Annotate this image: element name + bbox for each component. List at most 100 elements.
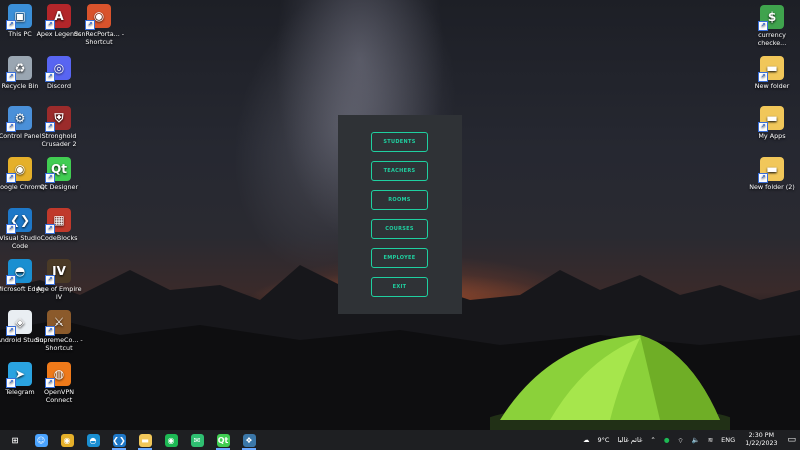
desktop-icon-label: New folder xyxy=(754,82,790,90)
rooms-button[interactable]: ROOMS xyxy=(371,190,428,210)
students-button[interactable]: STUDENTS xyxy=(371,132,428,152)
desktop-icon[interactable]: ▬ ↗ My Apps xyxy=(746,106,798,140)
aoe-icon: IV ↗ xyxy=(45,259,71,285)
shortcut-arrow-icon: ↗ xyxy=(758,173,768,183)
desktop-icon[interactable]: ▬ ↗ New folder xyxy=(746,56,798,90)
recycle-bin-icon: ♻ ↗ xyxy=(6,56,32,82)
shortcut-arrow-icon: ↗ xyxy=(45,275,55,285)
shortcut-arrow-icon: ↗ xyxy=(6,224,16,234)
desktop-icon-label: OpenVPN Connect xyxy=(43,388,75,404)
apex-icon: A ↗ xyxy=(45,4,71,30)
telegram-icon: ➤ ↗ xyxy=(6,362,32,388)
folder-icon: ▬ ↗ xyxy=(758,157,784,183)
desktop-icon[interactable]: ▬ ↗ New folder (2) xyxy=(746,157,798,191)
android-studio-icon: ◈ ↗ xyxy=(6,310,32,336)
desktop-icon-label: Age of Empire IV xyxy=(36,285,82,301)
teachers-button[interactable]: TEACHERS xyxy=(371,161,428,181)
shortcut-arrow-icon: ↗ xyxy=(758,21,768,31)
chrome-icon: ◉ xyxy=(60,433,74,447)
exit-button[interactable]: EXIT xyxy=(371,277,428,297)
qt-icon: Qt xyxy=(216,433,230,447)
spotify-icon: ◉ xyxy=(164,433,178,447)
file-explorer-icon: ▬ xyxy=(138,433,152,447)
taskbar-vscode-button[interactable]: ❮❯ xyxy=(106,430,132,450)
menu-window: STUDENTS TEACHERS ROOMS COURSES EMPLOYEE… xyxy=(338,115,462,314)
shortcut-arrow-icon: ↗ xyxy=(85,20,95,30)
shortcut-arrow-icon: ↗ xyxy=(758,122,768,132)
chrome-icon: ◉ ↗ xyxy=(6,157,32,183)
taskbar-edge-button[interactable]: ◓ xyxy=(80,430,106,450)
notification-icon[interactable]: ▭ xyxy=(787,435,796,445)
chat-icon: ✉ xyxy=(190,433,204,447)
openvpn-icon: ◍ ↗ xyxy=(45,362,71,388)
edge-icon: ◓ xyxy=(86,433,100,447)
shortcut-arrow-icon: ↗ xyxy=(758,72,768,82)
desktop-icon[interactable]: IV ↗ Age of Empire IV xyxy=(33,259,85,301)
taskbar: ⊞ ☺ ◉ ◓ ❮❯ ▬ ◉ ✉ Qt ❖ ☁ 9°C غائم غالبا ⌃ ● ⌔ 🔈 ≋ … xyxy=(0,430,800,450)
tent xyxy=(490,335,730,430)
supreme-icon: ⚔ ↗ xyxy=(45,310,71,336)
vscode-icon: ❮❯ ↗ xyxy=(6,208,32,234)
shortcut-arrow-icon: ↗ xyxy=(45,173,55,183)
desktop-icon-label: ScnRecPorta... - Shortcut xyxy=(73,30,125,46)
shortcut-arrow-icon: ↗ xyxy=(6,326,16,336)
shortcut-arrow-icon: ↗ xyxy=(45,20,55,30)
codeblocks-icon: ▦ ↗ xyxy=(45,208,71,234)
desktop-icon[interactable]: ⛨ ↗ Stronghold Crusader 2 xyxy=(33,106,85,148)
desktop-icon[interactable]: ◍ ↗ OpenVPN Connect xyxy=(33,362,85,404)
employee-button[interactable]: EMPLOYEE xyxy=(371,248,428,268)
folder-icon: ▬ ↗ xyxy=(758,56,784,82)
taskbar-spotify-button[interactable]: ◉ xyxy=(158,430,184,450)
taskbar-python-button[interactable]: ❖ xyxy=(236,430,262,450)
weather-temp[interactable]: 9°C xyxy=(598,436,610,444)
language-indicator[interactable]: ENG xyxy=(721,436,735,444)
desktop-icon-label: Stronghold Crusader 2 xyxy=(41,132,77,148)
screenrec-icon: ◉ ↗ xyxy=(85,4,111,30)
shortcut-arrow-icon: ↗ xyxy=(6,72,16,82)
folder-icon: ▬ ↗ xyxy=(758,106,784,132)
desktop-icon-label: SupremeCo... - Shortcut xyxy=(35,336,83,352)
speaker-icon[interactable]: 🔈 xyxy=(692,436,700,444)
python-icon: ❖ xyxy=(242,433,256,447)
discord-icon: ◎ ↗ xyxy=(45,56,71,82)
shortcut-arrow-icon: ↗ xyxy=(6,378,16,388)
shortcut-arrow-icon: ↗ xyxy=(6,173,16,183)
shortcut-arrow-icon: ↗ xyxy=(6,20,16,30)
courses-button[interactable]: COURSES xyxy=(371,219,428,239)
taskbar-person-button[interactable]: ☺ xyxy=(28,430,54,450)
chevron-up-icon[interactable]: ⌃ xyxy=(650,436,655,444)
pc-icon: ▣ ↗ xyxy=(6,4,32,30)
desktop-icon[interactable]: ◎ ↗ Discord xyxy=(33,56,85,90)
system-tray: ☁ 9°C غائم غالبا ⌃ ● ⌔ 🔈 ≋ ENG 2:30 PM 1… xyxy=(579,430,800,450)
desktop-icon-label: Qt Designer xyxy=(39,183,79,191)
desktop-icon[interactable]: ◉ ↗ ScnRecPorta... - Shortcut xyxy=(73,4,125,46)
person-icon: ☺ xyxy=(34,433,48,447)
taskbar-qt-button[interactable]: Qt xyxy=(210,430,236,450)
desktop-icon[interactable]: $ ↗ currency checke... xyxy=(746,5,798,47)
control-panel-icon: ⚙ ↗ xyxy=(6,106,32,132)
shortcut-arrow-icon: ↗ xyxy=(6,122,16,132)
wifi-icon[interactable]: ≋ xyxy=(708,436,713,444)
desktop-icon[interactable]: ▦ ↗ CodeBlocks xyxy=(33,208,85,242)
desktop-icon[interactable]: Qt ↗ Qt Designer xyxy=(33,157,85,191)
taskbar-windows-start-button[interactable]: ⊞ xyxy=(2,430,28,450)
shortcut-arrow-icon: ↗ xyxy=(45,72,55,82)
weather-text[interactable]: غائم غالبا xyxy=(617,436,642,444)
desktop-icon-label: Discord xyxy=(46,82,72,90)
taskbar-file-explorer-button[interactable]: ▬ xyxy=(132,430,158,450)
clock-date: 1/22/2023 xyxy=(745,440,778,447)
weather-icon[interactable]: ☁ xyxy=(583,436,590,444)
desktop-icon[interactable]: ⚔ ↗ SupremeCo... - Shortcut xyxy=(33,310,85,352)
spotify-tray-icon[interactable]: ● xyxy=(664,436,670,444)
desktop-icon-label: currency checke... xyxy=(757,31,787,47)
taskbar-chat-button[interactable]: ✉ xyxy=(184,430,210,450)
windows-start-icon: ⊞ xyxy=(11,435,19,445)
shortcut-arrow-icon: ↗ xyxy=(45,378,55,388)
network-icon[interactable]: ⌔ xyxy=(678,436,684,445)
clock[interactable]: 2:30 PM 1/22/2023 xyxy=(745,432,777,448)
stronghold-icon: ⛨ ↗ xyxy=(45,106,71,132)
vscode-icon: ❮❯ xyxy=(112,433,126,447)
qt-icon: Qt ↗ xyxy=(45,157,71,183)
taskbar-chrome-button[interactable]: ◉ xyxy=(54,430,80,450)
shortcut-arrow-icon: ↗ xyxy=(45,224,55,234)
